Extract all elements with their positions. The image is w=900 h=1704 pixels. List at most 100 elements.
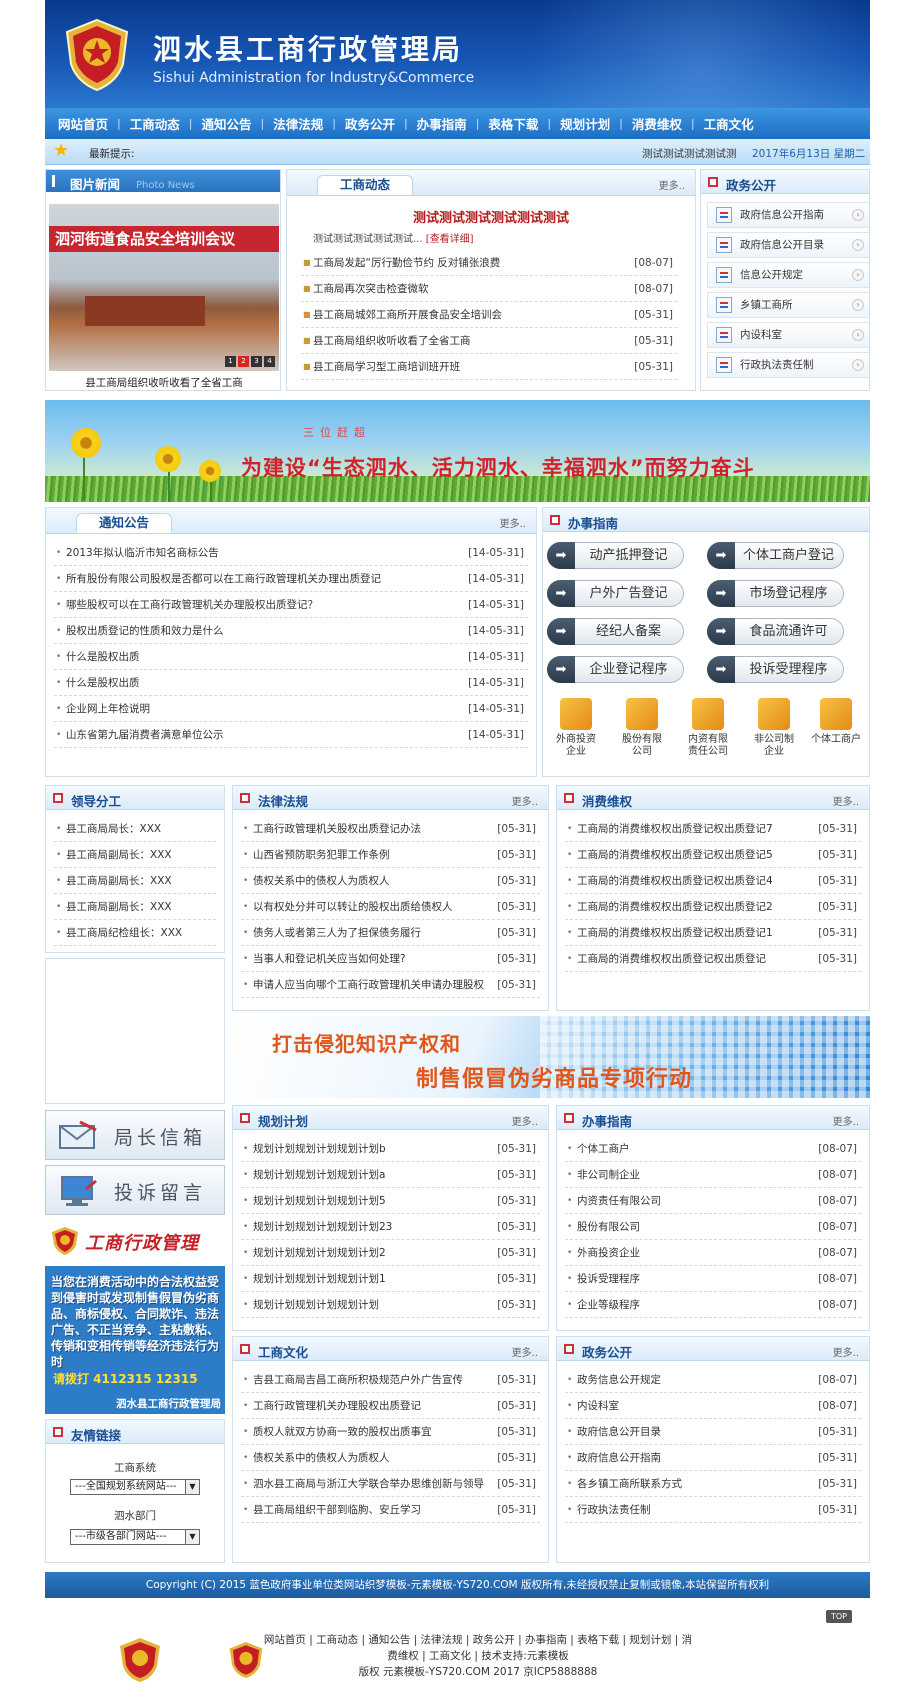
list-item[interactable]: • 县工商局组织干部到临朐、安丘学习 [05-31] [241, 1497, 540, 1523]
list-item[interactable]: • 质权人就双方协商一致的股权出质事宜 [05-31] [241, 1419, 540, 1445]
list-item[interactable]: • 内设科室 [08-07] [565, 1393, 861, 1419]
list-item[interactable]: • 股份有限公司 [08-07] [565, 1214, 861, 1240]
list-item[interactable]: • 政务信息公开规定 [08-07] [565, 1367, 861, 1393]
ticker-text[interactable]: 测试测试测试测试测 [642, 146, 737, 161]
news-more-link[interactable]: 更多.. [659, 177, 685, 192]
photo-news-image[interactable]: 泗河街道食品安全培训会议 1 2 3 4 [49, 204, 279, 371]
list-item[interactable]: • 2013年拟认临沂市知名商标公告 [14-05-31] [54, 540, 528, 566]
gov-item-catalog[interactable]: 政府信息公开目录 › [707, 232, 869, 258]
complaint-message-button[interactable]: 投诉留言 [45, 1165, 225, 1215]
list-item[interactable]: • 股权出质登记的性质和效力是什么 [14-05-31] [54, 618, 528, 644]
director-mailbox-button[interactable]: 局长信箱 [45, 1110, 225, 1160]
hotline-ad[interactable]: 工商行政管理 当您在消费活动中的合法权益受到侵害时或发现制售假冒伪劣商品、商标侵… [45, 1218, 225, 1414]
list-item[interactable]: • 哪些股权可以在工商行政管理机关办理股权出质登记？ [14-05-31] [54, 592, 528, 618]
department-sites-select[interactable]: ---市级各部门网站--- ▼ [70, 1529, 200, 1545]
nav-consumer[interactable]: 消费维权 [623, 114, 691, 133]
list-item[interactable]: • 规划计划规划计划规划计划2 [05-31] [241, 1240, 540, 1266]
list-item[interactable]: • 吉县工商局吉昌工商所积极规范户外广告宣传 [05-31] [241, 1367, 540, 1393]
list-item[interactable]: • 什么是股权出质 [14-05-31] [54, 644, 528, 670]
list-item[interactable]: • 债务人或者第三人为了担保债务履行 [05-31] [241, 920, 540, 946]
footer-nav[interactable]: 网站首页 | 工商动态 | 通知公告 | 法律法规 | 政务公开 | 办事指南 … [262, 1632, 694, 1664]
list-item[interactable]: • 工商局的消费维权权出质登记权出质登记7 [05-31] [565, 816, 861, 842]
list-item[interactable]: • 工商局的消费维权权出质登记权出质登记2 [05-31] [565, 894, 861, 920]
list-item[interactable]: • 什么是股权出质 [14-05-31] [54, 670, 528, 696]
guide-icon-non-company[interactable]: 非公司制 企业 [743, 696, 805, 768]
list-item[interactable]: • 以有权处分并可以转让的股权出质给债权人 [05-31] [241, 894, 540, 920]
list-item[interactable]: • 工商局的消费维权权出质登记权出质登记 [05-31] [565, 946, 861, 972]
list-item[interactable]: • 规划计划规划计划规划计划23 [05-31] [241, 1214, 540, 1240]
nav-notice[interactable]: 通知公告 [192, 114, 260, 133]
tab-notice[interactable]: 通知公告 [76, 513, 173, 533]
slogan-banner[interactable]: 三位赶超 为建设“生态泗水、活力泗水、幸福泗水”而努力奋斗 [45, 400, 870, 502]
news-headline[interactable]: 测试测试测试测试测试测试 [287, 207, 695, 226]
guide-icon-foreign-invest[interactable]: 外商投资 企业 [545, 696, 607, 768]
list-item[interactable]: • 工商局的消费维权权出质登记权出质登记4 [05-31] [565, 868, 861, 894]
list-item[interactable]: • 工商局的消费维权权出质登记权出质登记5 [05-31] [565, 842, 861, 868]
list-item[interactable]: • 投诉受理程序 [08-07] [565, 1266, 861, 1292]
list-item[interactable]: • 山东省第九届消费者满意单位公示 [14-05-31] [54, 722, 528, 748]
guide-icon-limited[interactable]: 内资有限 责任公司 [677, 696, 739, 768]
guide-btn-food-license[interactable]: ➡ 食品流通许可 [707, 618, 844, 645]
photo-dot[interactable]: 2 [238, 356, 249, 367]
list-item[interactable]: • 政府信息公开目录 [05-31] [565, 1419, 861, 1445]
back-to-top-button[interactable]: TOP [826, 1610, 852, 1623]
list-item[interactable]: • 企业等级程序 [08-07] [565, 1292, 861, 1318]
list-item[interactable]: • 企业网上年检说明 [14-05-31] [54, 696, 528, 722]
nav-culture[interactable]: 工商文化 [695, 114, 763, 133]
guide-icon-individual[interactable]: 个体工商户 [805, 696, 867, 768]
list-item[interactable]: • 工商行政管理机关股权出质登记办法 [05-31] [241, 816, 540, 842]
nav-guide[interactable]: 办事指南 [408, 114, 476, 133]
list-item[interactable]: ■ 县工商局学习型工商培训班开班 [05-31] [301, 354, 677, 380]
gov-item-rules[interactable]: 信息公开规定 › [707, 262, 869, 288]
guide-btn-chattel-mortgage[interactable]: ➡ 动产抵押登记 [547, 542, 684, 569]
nav-gov-open[interactable]: 政务公开 [336, 114, 404, 133]
guide-list-more-link[interactable]: 更多.. [833, 1113, 859, 1128]
photo-caption[interactable]: 县工商局组织收听收看了全省工商 [46, 375, 282, 390]
list-item[interactable]: ■ 县工商局组织收听收看了全省工商 [05-31] [301, 328, 677, 354]
list-item[interactable]: ■ 工商局再次突击检查微软 [08-07] [301, 276, 677, 302]
guide-icon-joint-stock[interactable]: 股份有限 公司 [611, 696, 673, 768]
plan-more-link[interactable]: 更多.. [512, 1113, 538, 1128]
guide-btn-outdoor-ad[interactable]: ➡ 户外广告登记 [547, 580, 684, 607]
photo-dot[interactable]: 3 [251, 356, 262, 367]
list-item[interactable]: • 个体工商户 [08-07] [565, 1136, 861, 1162]
culture-more-link[interactable]: 更多.. [512, 1344, 538, 1359]
guide-btn-individual-business[interactable]: ➡ 个体工商户登记 [707, 542, 844, 569]
list-item[interactable]: • 工商局的消费维权权出质登记权出质登记1 [05-31] [565, 920, 861, 946]
ip-campaign-banner[interactable]: 打击侵犯知识产权和 制售假冒伪劣商品专项行动 [232, 1016, 870, 1098]
notice-more-link[interactable]: 更多.. [500, 515, 526, 530]
list-item[interactable]: • 所有股份有限公司股权是否都可以在工商行政管理机关办理出质登记 [14-05-31… [54, 566, 528, 592]
list-item[interactable]: • 规划计划规划计划规划计划5 [05-31] [241, 1188, 540, 1214]
list-item[interactable]: • 工商行政管理机关办理股权出质登记 [05-31] [241, 1393, 540, 1419]
gov-open-list-more-link[interactable]: 更多.. [833, 1344, 859, 1359]
photo-dot[interactable]: 1 [225, 356, 236, 367]
nav-forms[interactable]: 表格下载 [479, 114, 547, 133]
list-item[interactable]: ■ 工商局发起“厉行勤俭节约 反对铺张浪费 [08-07] [301, 250, 677, 276]
tab-news[interactable]: 工商动态 [317, 175, 414, 195]
list-item[interactable]: • 政府信息公开指南 [05-31] [565, 1445, 861, 1471]
list-item[interactable]: • 非公司制企业 [08-07] [565, 1162, 861, 1188]
gov-item-law-enforcement[interactable]: 行政执法责任制 › [707, 352, 869, 378]
list-item[interactable]: • 债权关系中的债权人为质权人 [05-31] [241, 1445, 540, 1471]
list-item[interactable]: • 各乡镇工商所联系方式 [05-31] [565, 1471, 861, 1497]
nav-home[interactable]: 网站首页 [49, 114, 117, 133]
nav-plan[interactable]: 规划计划 [551, 114, 619, 133]
laws-more-link[interactable]: 更多.. [512, 793, 538, 808]
guide-btn-enterprise-registration[interactable]: ➡ 企业登记程序 [547, 656, 684, 683]
list-item[interactable]: • 行政执法责任制 [05-31] [565, 1497, 861, 1523]
nav-news[interactable]: 工商动态 [121, 114, 189, 133]
guide-btn-market-registration[interactable]: ➡ 市场登记程序 [707, 580, 844, 607]
list-item[interactable]: • 外商投资企业 [08-07] [565, 1240, 861, 1266]
list-item[interactable]: • 申请人应当向哪个工商行政管理机关申请办理股权 [05-31] [241, 972, 540, 998]
news-detail-link[interactable]: [查看详细] [426, 234, 474, 245]
guide-btn-broker[interactable]: ➡ 经纪人备案 [547, 618, 684, 645]
list-item[interactable]: • 内资责任有限公司 [08-07] [565, 1188, 861, 1214]
gov-item-departments[interactable]: 内设科室 › [707, 322, 869, 348]
list-item[interactable]: ■ 县工商局城郊工商所开展食品安全培训会 [05-31] [301, 302, 677, 328]
guide-btn-complaint[interactable]: ➡ 投诉受理程序 [707, 656, 844, 683]
list-item[interactable]: • 山西省预防职务犯罪工作条例 [05-31] [241, 842, 540, 868]
list-item[interactable]: • 规划计划规划计划规划计划a [05-31] [241, 1162, 540, 1188]
list-item[interactable]: • 泗水县工商局与浙江大学联合举办思维创新与领导 [05-31] [241, 1471, 540, 1497]
photo-dot[interactable]: 4 [264, 356, 275, 367]
consumer-more-link[interactable]: 更多.. [833, 793, 859, 808]
